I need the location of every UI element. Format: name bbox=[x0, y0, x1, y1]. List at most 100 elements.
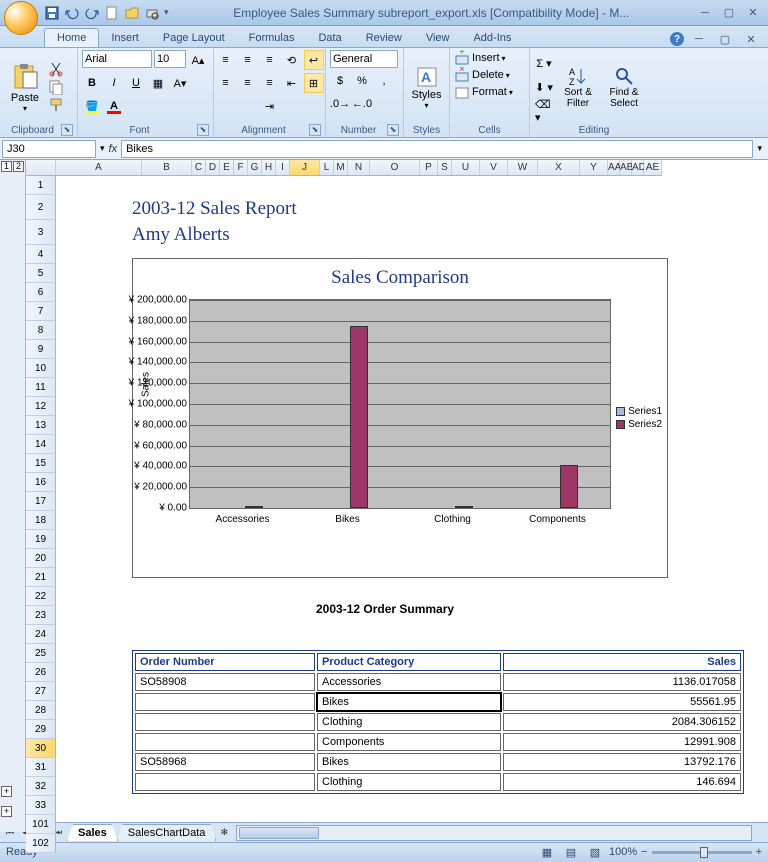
row-header-21[interactable]: 21 bbox=[26, 568, 56, 587]
font-name-select[interactable] bbox=[82, 50, 152, 68]
table-row[interactable]: Bikes55561.95 bbox=[135, 693, 741, 711]
col-header-G[interactable]: G bbox=[248, 160, 262, 175]
col-header-H[interactable]: H bbox=[262, 160, 276, 175]
tab-page-layout[interactable]: Page Layout bbox=[151, 29, 237, 47]
tab-data[interactable]: Data bbox=[306, 29, 353, 47]
row-header-15[interactable]: 15 bbox=[26, 454, 56, 473]
delete-cells-button[interactable]: ×Delete▾ bbox=[454, 67, 510, 83]
table-row[interactable]: SO58908Accessories1136.017058 bbox=[135, 673, 741, 691]
view-pagebreak-button[interactable]: ▧ bbox=[585, 842, 605, 862]
outline-level-2[interactable]: 2 bbox=[13, 161, 24, 172]
col-header-U[interactable]: U bbox=[452, 160, 480, 175]
tab-view[interactable]: View bbox=[414, 29, 462, 47]
doc-restore-button[interactable]: ▢ bbox=[714, 31, 736, 47]
increase-decimal-button[interactable]: .0→ bbox=[330, 94, 350, 114]
currency-button[interactable]: $ bbox=[330, 71, 350, 91]
print-preview-icon[interactable] bbox=[144, 5, 160, 21]
row-header-20[interactable]: 20 bbox=[26, 549, 56, 568]
fx-icon[interactable]: fx bbox=[109, 143, 118, 155]
row-header-1[interactable]: 1 bbox=[26, 176, 56, 195]
col-header-F[interactable]: F bbox=[234, 160, 248, 175]
clipboard-dialog-launcher[interactable]: ⬊ bbox=[61, 124, 73, 136]
cut-icon[interactable] bbox=[48, 61, 64, 77]
namebox-dropdown-icon[interactable]: ▾ bbox=[100, 143, 105, 154]
increase-indent-button[interactable]: ⇥ bbox=[260, 96, 280, 116]
undo-icon[interactable] bbox=[64, 5, 80, 21]
col-header-S[interactable]: S bbox=[438, 160, 452, 175]
view-normal-button[interactable]: ▦ bbox=[537, 842, 557, 862]
col-header-AB[interactable]: AB bbox=[620, 160, 632, 175]
col-header-AA[interactable]: AA bbox=[608, 160, 620, 175]
row-header-23[interactable]: 23 bbox=[26, 606, 56, 625]
clear-button[interactable]: ⌫ ▾ bbox=[534, 101, 554, 121]
row-header-25[interactable]: 25 bbox=[26, 644, 56, 663]
minimize-button[interactable]: ─ bbox=[694, 5, 716, 21]
row-header-10[interactable]: 10 bbox=[26, 359, 56, 378]
redo-icon[interactable] bbox=[84, 5, 100, 21]
row-header-33[interactable]: 33 bbox=[26, 796, 56, 815]
align-right-button[interactable]: ≡ bbox=[260, 73, 280, 93]
fill-color-button[interactable]: 🪣 bbox=[82, 96, 102, 116]
row-header-29[interactable]: 29 bbox=[26, 720, 56, 739]
col-header-L[interactable]: L bbox=[320, 160, 334, 175]
autosum-button[interactable]: Σ ▾ bbox=[534, 53, 554, 73]
col-header-AE[interactable]: AE bbox=[644, 160, 662, 175]
shrink-font-icon[interactable]: A▾ bbox=[170, 73, 190, 93]
align-middle-button[interactable]: ≡ bbox=[238, 50, 258, 70]
column-headers[interactable]: ABCDEFGHIJLMNOPSUVWXYAAABADAE bbox=[26, 160, 662, 176]
merge-button[interactable]: ⊞ bbox=[304, 73, 324, 93]
row-header-14[interactable]: 14 bbox=[26, 435, 56, 454]
number-format-select[interactable] bbox=[330, 50, 398, 68]
new-icon[interactable] bbox=[104, 5, 120, 21]
font-size-select[interactable] bbox=[154, 50, 186, 68]
row-header-16[interactable]: 16 bbox=[26, 473, 56, 492]
doc-close-button[interactable]: ✕ bbox=[740, 31, 762, 47]
format-painter-icon[interactable] bbox=[48, 97, 64, 113]
grow-font-icon[interactable]: A▴ bbox=[188, 50, 208, 70]
row-header-30[interactable]: 30 bbox=[26, 739, 56, 758]
tab-insert[interactable]: Insert bbox=[99, 29, 151, 47]
bold-button[interactable]: B bbox=[82, 73, 102, 93]
row-header-31[interactable]: 31 bbox=[26, 758, 56, 777]
outline-expand-1[interactable]: + bbox=[1, 786, 12, 797]
close-button[interactable]: ✕ bbox=[742, 5, 764, 21]
row-header-22[interactable]: 22 bbox=[26, 587, 56, 606]
font-color-button[interactable]: A bbox=[104, 96, 124, 116]
zoom-out-button[interactable]: − bbox=[641, 846, 647, 858]
find-select-button[interactable]: Find & Select bbox=[602, 54, 646, 120]
comma-button[interactable]: , bbox=[374, 71, 394, 91]
formula-expand-icon[interactable]: ▾ bbox=[753, 143, 766, 154]
fill-button[interactable]: ⬇ ▾ bbox=[534, 77, 554, 97]
border-button[interactable]: ▦ bbox=[148, 73, 168, 93]
row-header-9[interactable]: 9 bbox=[26, 340, 56, 359]
tab-addins[interactable]: Add-Ins bbox=[461, 29, 523, 47]
underline-button[interactable]: U bbox=[126, 73, 146, 93]
insert-cells-button[interactable]: +Insert▾ bbox=[454, 50, 506, 66]
horizontal-scrollbar[interactable] bbox=[236, 825, 752, 841]
sheet-tab-sales[interactable]: Sales bbox=[67, 824, 118, 841]
row-header-102[interactable]: 102 bbox=[26, 834, 56, 853]
row-header-11[interactable]: 11 bbox=[26, 378, 56, 397]
col-header-M[interactable]: M bbox=[334, 160, 348, 175]
col-header-V[interactable]: V bbox=[480, 160, 508, 175]
row-header-4[interactable]: 4 bbox=[26, 245, 56, 264]
new-sheet-button[interactable]: ✻ bbox=[216, 825, 232, 841]
table-row[interactable]: Components12991.908 bbox=[135, 733, 741, 751]
align-center-button[interactable]: ≡ bbox=[238, 73, 258, 93]
row-header-19[interactable]: 19 bbox=[26, 530, 56, 549]
save-icon[interactable] bbox=[44, 5, 60, 21]
row-header-26[interactable]: 26 bbox=[26, 663, 56, 682]
col-header-W[interactable]: W bbox=[508, 160, 538, 175]
col-header-A[interactable]: A bbox=[56, 160, 142, 175]
open-icon[interactable] bbox=[124, 5, 140, 21]
col-header-I[interactable]: I bbox=[276, 160, 290, 175]
font-dialog-launcher[interactable]: ⬊ bbox=[197, 124, 209, 136]
sort-filter-button[interactable]: AZ Sort & Filter bbox=[556, 54, 600, 120]
col-header-O[interactable]: O bbox=[370, 160, 420, 175]
decrease-decimal-button[interactable]: ←.0 bbox=[352, 94, 372, 114]
styles-button[interactable]: A Styles ▾ bbox=[408, 54, 445, 120]
row-headers[interactable]: 1234567891011121314151617181920212223242… bbox=[26, 176, 56, 853]
paste-button[interactable]: Paste ▾ bbox=[4, 54, 46, 120]
col-header-AD[interactable]: AD bbox=[632, 160, 644, 175]
zoom-slider[interactable] bbox=[652, 851, 752, 854]
